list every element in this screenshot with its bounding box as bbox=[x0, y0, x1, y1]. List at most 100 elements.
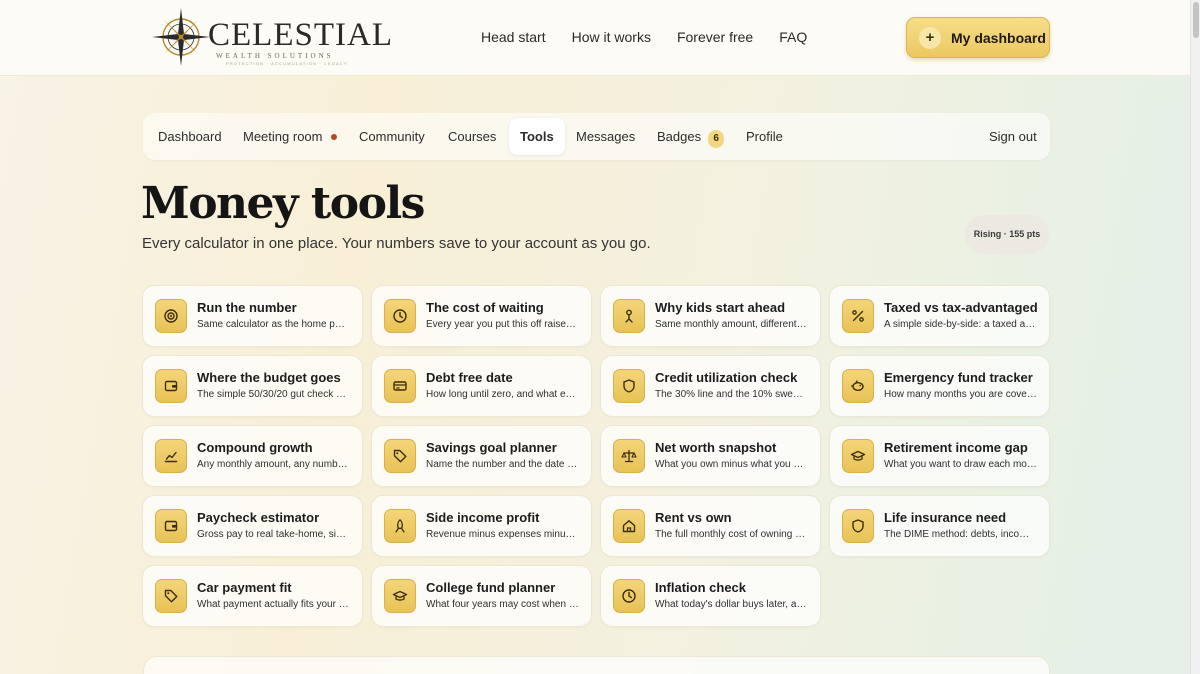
tab-badges[interactable]: Badges 6 bbox=[657, 113, 725, 160]
tool-card[interactable]: The cost of waiting Every year you put th… bbox=[371, 285, 592, 347]
cap-icon bbox=[384, 579, 416, 613]
brand-name: CELESTIAL bbox=[208, 17, 393, 53]
wallet-icon bbox=[155, 509, 187, 543]
scrollbar-thumb[interactable] bbox=[1193, 2, 1199, 38]
tool-card[interactable]: Paycheck estimator Gross pay to real take… bbox=[142, 495, 363, 557]
tool-title: Emergency fund tracker bbox=[884, 370, 1033, 385]
tool-card[interactable]: Side income profit Revenue minus expenses… bbox=[371, 495, 592, 557]
shield-icon bbox=[613, 369, 645, 403]
tab-meeting-room-label: Meeting room bbox=[243, 129, 323, 144]
tab-meeting-room[interactable]: Meeting room bbox=[243, 113, 338, 160]
percent-icon bbox=[842, 299, 874, 333]
tool-card[interactable]: Run the number Same calculator as the hom… bbox=[142, 285, 363, 347]
cap-icon bbox=[842, 439, 874, 473]
top-header: CELESTIAL WEALTH SOLUTIONS PROTECTION · … bbox=[0, 0, 1190, 76]
tag-icon bbox=[155, 579, 187, 613]
tool-title: The cost of waiting bbox=[426, 300, 544, 315]
tool-description: Name the number and the date you need it bbox=[426, 459, 579, 470]
tool-title: Rent vs own bbox=[655, 510, 732, 525]
person-icon bbox=[613, 299, 645, 333]
tool-description: The 30% line and the 10% sweet spot bbox=[655, 389, 808, 400]
tab-profile[interactable]: Profile bbox=[746, 113, 783, 160]
tool-title: Compound growth bbox=[197, 440, 313, 455]
shield-icon bbox=[842, 509, 874, 543]
tool-card[interactable]: College fund planner What four years may … bbox=[371, 565, 592, 627]
rank-badge: Rising · 155 pts bbox=[965, 215, 1049, 254]
tool-card[interactable]: Compound growth Any monthly amount, any n… bbox=[142, 425, 363, 487]
tool-title: Savings goal planner bbox=[426, 440, 557, 455]
tool-card[interactable]: Debt free date How long until zero, and w… bbox=[371, 355, 592, 417]
nav-faq[interactable]: FAQ bbox=[779, 29, 807, 45]
tool-title: Net worth snapshot bbox=[655, 440, 777, 455]
tool-card[interactable]: Why kids start ahead Same monthly amount,… bbox=[600, 285, 821, 347]
tool-description: Revenue minus expenses minus taxes bbox=[426, 529, 579, 540]
nav-forever-free[interactable]: Forever free bbox=[677, 29, 753, 45]
rocket-icon bbox=[384, 509, 416, 543]
tool-card[interactable]: Emergency fund tracker How many months yo… bbox=[829, 355, 1050, 417]
tool-title: Taxed vs tax-advantaged bbox=[884, 300, 1038, 315]
tool-card[interactable]: Life insurance need The DIME method: debt… bbox=[829, 495, 1050, 557]
section-nav: Dashboard Meeting room Community Courses… bbox=[143, 113, 1050, 160]
tool-card[interactable]: Taxed vs tax-advantaged A simple side-by-… bbox=[829, 285, 1050, 347]
tool-description: Any monthly amount, any number of years bbox=[197, 459, 350, 470]
tool-title: Car payment fit bbox=[197, 580, 292, 595]
tab-tools[interactable]: Tools bbox=[509, 118, 565, 155]
tool-description: Same calculator as the home page bbox=[197, 319, 350, 330]
tool-description: What four years may cost when they start bbox=[426, 599, 579, 610]
nav-how-it-works[interactable]: How it works bbox=[572, 29, 651, 45]
tool-title: Inflation check bbox=[655, 580, 747, 595]
piggy-icon bbox=[842, 369, 874, 403]
tool-title: Where the budget goes bbox=[197, 370, 341, 385]
tool-title: Run the number bbox=[197, 300, 297, 315]
brand-tagline: PROTECTION · ACCUMULATION · LEGACY bbox=[226, 61, 348, 66]
my-dashboard-label: My dashboard bbox=[951, 29, 1046, 46]
tool-card[interactable]: Rent vs own The full monthly cost of owni… bbox=[600, 495, 821, 557]
tool-description: What you own minus what you owe bbox=[655, 459, 808, 470]
nav-head-start[interactable]: Head start bbox=[481, 29, 546, 45]
clock-icon bbox=[613, 579, 645, 613]
page-title: Money tools bbox=[141, 178, 425, 229]
tool-title: Side income profit bbox=[426, 510, 540, 525]
tab-community[interactable]: Community bbox=[359, 113, 425, 160]
tab-badges-label: Badges bbox=[657, 129, 702, 144]
sign-out-link[interactable]: Sign out bbox=[989, 113, 1037, 160]
tool-description: How long until zero, and what extra pays bbox=[426, 389, 579, 400]
target-icon bbox=[155, 299, 187, 333]
tool-description: The full monthly cost of owning vs renti… bbox=[655, 529, 808, 540]
tool-title: Debt free date bbox=[426, 370, 513, 385]
tool-title: Retirement income gap bbox=[884, 440, 1028, 455]
my-dashboard-button[interactable]: + My dashboard bbox=[906, 17, 1050, 58]
tool-card[interactable]: Retirement income gap What you want to dr… bbox=[829, 425, 1050, 487]
page-scrollbar[interactable] bbox=[1190, 0, 1200, 674]
tool-title: College fund planner bbox=[426, 580, 556, 595]
tool-description: A simple side-by-side: a taxed account v… bbox=[884, 319, 1037, 330]
brand-logo[interactable]: CELESTIAL WEALTH SOLUTIONS PROTECTION · … bbox=[150, 6, 392, 70]
badges-count: 6 bbox=[708, 130, 725, 148]
tool-card[interactable]: Car payment fit What payment actually fit… bbox=[142, 565, 363, 627]
tab-messages[interactable]: Messages bbox=[576, 113, 635, 160]
plus-icon: + bbox=[919, 26, 941, 49]
tool-description: The DIME method: debts, income, mortgage bbox=[884, 529, 1037, 540]
tool-description: Gross pay to real take-home, simplified bbox=[197, 529, 350, 540]
compass-icon bbox=[152, 8, 210, 66]
tool-card[interactable]: Net worth snapshot What you own minus wha… bbox=[600, 425, 821, 487]
tag-icon bbox=[384, 439, 416, 473]
card-icon bbox=[384, 369, 416, 403]
top-navigation: Head start How it works Forever free FAQ bbox=[481, 29, 833, 45]
tool-description: What payment actually fits your budget bbox=[197, 599, 350, 610]
tab-courses[interactable]: Courses bbox=[448, 113, 496, 160]
tab-dashboard[interactable]: Dashboard bbox=[158, 113, 222, 160]
tool-card[interactable]: Where the budget goes The simple 50/30/20… bbox=[142, 355, 363, 417]
tool-title: Life insurance need bbox=[884, 510, 1007, 525]
brand-subtitle: WEALTH SOLUTIONS bbox=[216, 52, 334, 60]
bottom-panel bbox=[143, 656, 1050, 674]
tool-description: How many months you are covered bbox=[884, 389, 1037, 400]
tool-title: Why kids start ahead bbox=[655, 300, 786, 315]
tool-description: What you want to draw each month vs bbox=[884, 459, 1037, 470]
chart-icon bbox=[155, 439, 187, 473]
tool-card[interactable]: Credit utilization check The 30% line and… bbox=[600, 355, 821, 417]
tool-card[interactable]: Savings goal planner Name the number and … bbox=[371, 425, 592, 487]
tool-title: Credit utilization check bbox=[655, 370, 798, 385]
tool-description: The simple 50/30/20 gut check on income bbox=[197, 389, 350, 400]
tool-card[interactable]: Inflation check What today's dollar buys … bbox=[600, 565, 821, 627]
